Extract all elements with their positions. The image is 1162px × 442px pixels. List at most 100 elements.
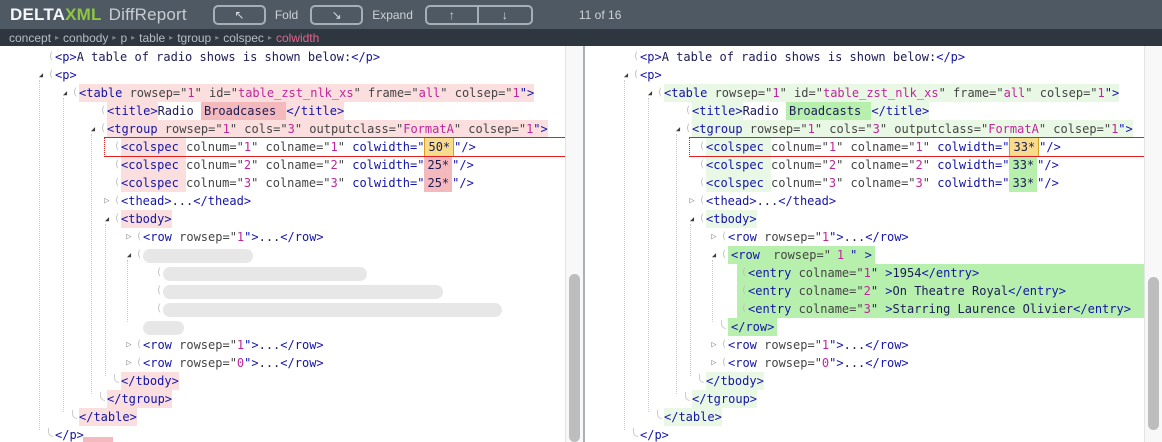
code-token: <table	[664, 84, 715, 102]
code-token: 1	[187, 84, 194, 102]
expand-toggle-icon[interactable]: ▷	[122, 228, 136, 246]
code-line: (<title>Radio Broadcases </title>	[0, 102, 565, 120]
fold-handle[interactable]: (	[633, 66, 640, 84]
code-token: "/>	[452, 174, 474, 192]
collapse-toggle-icon[interactable]: ◢	[58, 84, 72, 102]
expand-toggle-icon[interactable]: ▷	[707, 354, 721, 372]
breadcrumb-separator-icon: ▸	[131, 33, 135, 42]
code-line: ◢(<table rowsep="1" id="table_zst_nlk_xs…	[0, 84, 565, 102]
fold-handle[interactable]: (	[100, 102, 107, 120]
fold-handle[interactable]: (	[114, 174, 121, 192]
fold-handle[interactable]: (	[136, 246, 143, 264]
code-token: <colspec	[706, 156, 771, 174]
fold-handle[interactable]: (	[721, 336, 728, 354]
code-token: 1	[822, 336, 829, 354]
fold-handle[interactable]: (	[136, 336, 143, 354]
expand-button[interactable]: ↘	[310, 5, 363, 25]
fold-handle[interactable]: (	[741, 300, 748, 318]
fold-handle[interactable]: (	[156, 300, 163, 318]
fold-handle[interactable]: (	[721, 228, 728, 246]
code-token: rowsep="	[130, 84, 188, 102]
fold-handle[interactable]: (	[721, 354, 728, 372]
collapse-toggle-icon[interactable]: ◢	[34, 66, 48, 84]
expand-toggle-icon[interactable]: ▷	[685, 192, 699, 210]
breadcrumb-item[interactable]: conbody	[63, 31, 108, 45]
fold-handle[interactable]: (	[114, 192, 121, 210]
breadcrumb-item[interactable]: colspec	[223, 31, 264, 45]
code-token: rowsep="	[764, 354, 822, 372]
collapse-toggle-icon[interactable]: ◢	[86, 120, 100, 138]
right-source-panel[interactable]: (<p>A table of radio shows is shown belo…	[585, 46, 1162, 442]
previous-diff-button[interactable]: ↑	[427, 7, 479, 23]
fold-handle[interactable]: (	[48, 66, 55, 84]
fold-handle[interactable]: (	[741, 282, 748, 300]
fold-handle[interactable]: (	[741, 264, 748, 282]
fold-handle[interactable]: (	[156, 264, 163, 282]
expand-toggle-icon[interactable]: ▷	[707, 228, 721, 246]
collapse-toggle-icon[interactable]: ◢	[619, 66, 633, 84]
indent-spacer	[585, 435, 619, 436]
code-token: " colname="	[836, 174, 915, 192]
indent-spacer	[0, 417, 58, 418]
left-scrollbar-track[interactable]	[565, 46, 583, 442]
left-source-panel[interactable]: (<p>A table of radio shows is shown belo…	[0, 46, 583, 442]
breadcrumb-separator-icon: ▸	[215, 33, 219, 42]
fold-handle[interactable]: (	[136, 354, 143, 372]
fold-handle[interactable]: (	[685, 120, 692, 138]
indent-spacer	[0, 147, 100, 148]
fold-handle[interactable]: (	[721, 246, 728, 264]
code-token: ">	[829, 228, 843, 246]
fold-handle[interactable]: (	[114, 138, 121, 156]
code-token: </title>	[871, 102, 929, 120]
fold-handle[interactable]: (	[699, 210, 706, 228]
code-token: <row	[143, 228, 179, 246]
fold-handle[interactable]: (	[114, 156, 121, 174]
code-token: colname="	[799, 300, 864, 318]
code-token: ...	[259, 336, 281, 354]
code-line: ▷(<row rowsep="0">...</row>	[585, 354, 1144, 372]
collapse-toggle-icon[interactable]: ◢	[122, 246, 136, 264]
fold-handle[interactable]: (	[136, 228, 143, 246]
expand-toggle-icon[interactable]: ▷	[707, 336, 721, 354]
fold-handle[interactable]: (	[699, 156, 706, 174]
code-token: </row>	[865, 336, 908, 354]
collapse-toggle-icon[interactable]: ◢	[707, 246, 721, 264]
fold-handle[interactable]: (	[699, 174, 706, 192]
fold-handle[interactable]: (	[699, 192, 706, 210]
expand-toggle-icon[interactable]: ▷	[100, 192, 114, 210]
fold-handle[interactable]: (	[100, 120, 107, 138]
code-token: rowsep="	[764, 228, 822, 246]
collapse-toggle-icon[interactable]: ◢	[643, 84, 657, 102]
breadcrumb-item[interactable]: concept	[9, 31, 51, 45]
code-token: </row>	[865, 354, 908, 372]
code-token: Broadcasts	[786, 102, 871, 120]
breadcrumb-item[interactable]: p	[120, 31, 127, 45]
hidden-content-placeholder	[143, 249, 253, 263]
fold-handle[interactable]: (	[657, 84, 664, 102]
fold-handle[interactable]: (	[685, 102, 692, 120]
indent-spacer	[585, 237, 707, 238]
collapse-toggle-icon[interactable]: ◢	[100, 210, 114, 228]
fold-handle[interactable]: (	[156, 282, 163, 300]
code-token: 2	[864, 282, 871, 300]
code-line: ◢(<p>	[585, 66, 1144, 84]
fold-button[interactable]: ↖	[213, 5, 266, 25]
fold-handle[interactable]: (	[633, 48, 640, 66]
right-scrollbar-track[interactable]	[1144, 46, 1162, 442]
expand-toggle-icon[interactable]: ▷	[122, 354, 136, 372]
close-tag-connector	[657, 410, 662, 419]
expand-toggle-icon[interactable]: ▷	[122, 336, 136, 354]
right-scrollbar-thumb[interactable]	[1148, 277, 1159, 430]
left-scrollbar-thumb[interactable]	[569, 274, 580, 442]
fold-handle[interactable]: (	[114, 210, 121, 228]
fold-handle[interactable]: (	[699, 138, 706, 156]
breadcrumb-item[interactable]: tgroup	[177, 31, 211, 45]
fold-handle[interactable]: (	[48, 48, 55, 66]
collapse-toggle-icon[interactable]: ◢	[671, 120, 685, 138]
breadcrumb-item[interactable]: table	[139, 31, 165, 45]
collapse-toggle-icon[interactable]: ◢	[685, 210, 699, 228]
code-token: "/>	[454, 138, 476, 156]
next-diff-button[interactable]: ↓	[479, 7, 531, 23]
fold-handle[interactable]: (	[72, 84, 79, 102]
code-token: ...	[172, 192, 194, 210]
